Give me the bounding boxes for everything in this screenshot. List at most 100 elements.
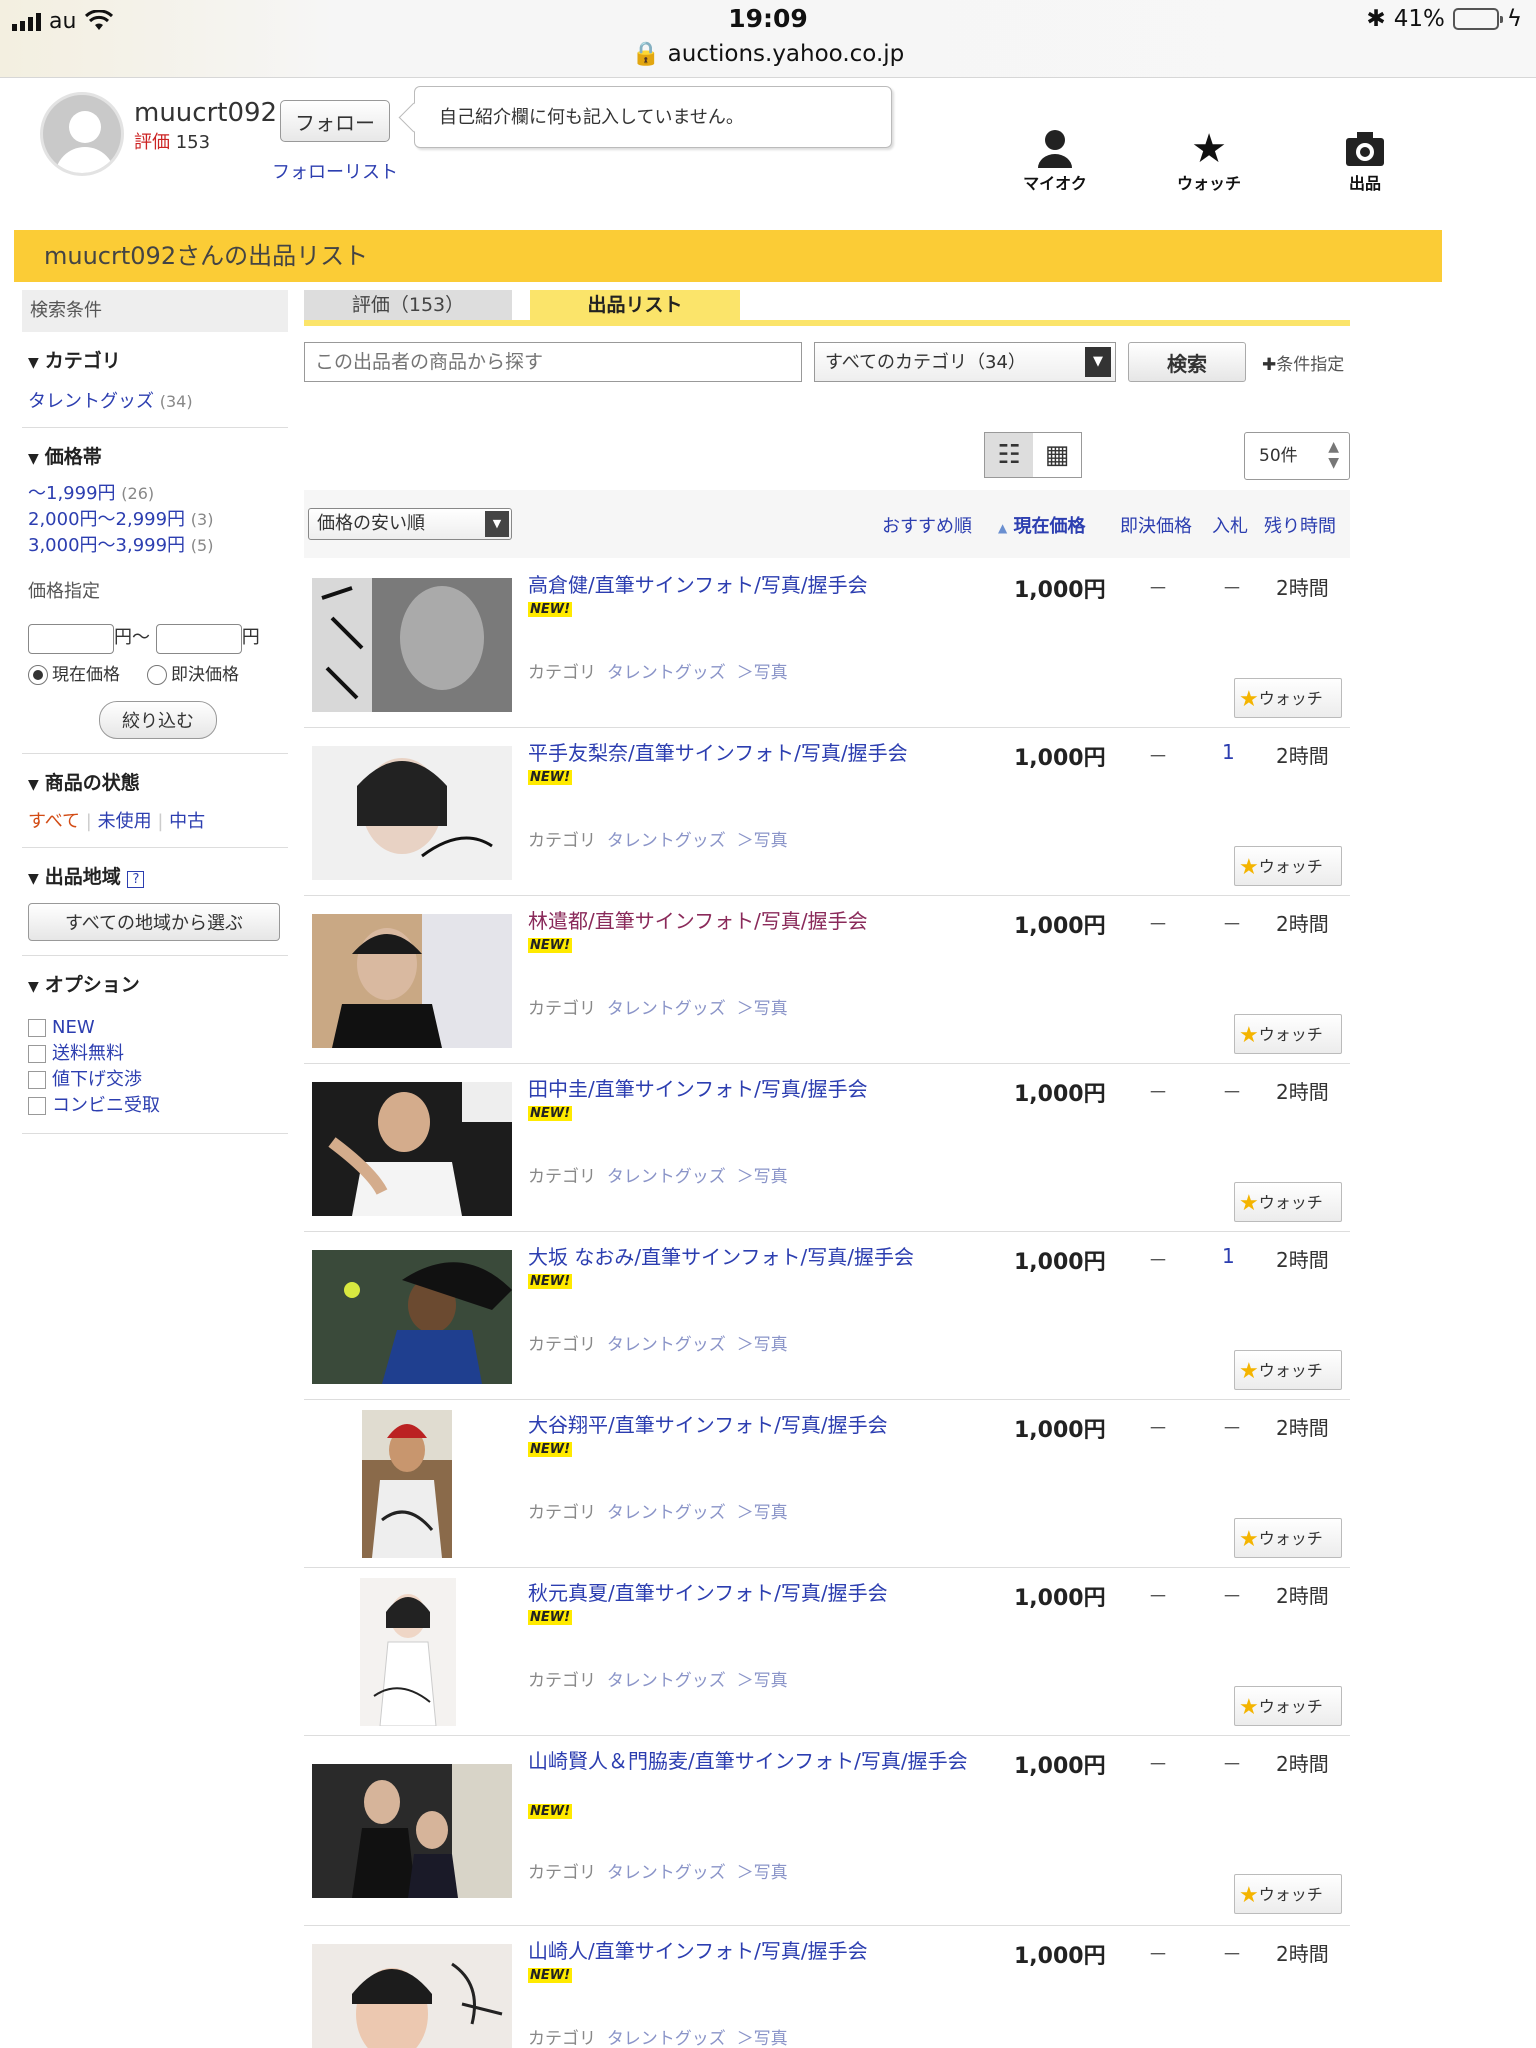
avatar[interactable]	[40, 92, 124, 176]
watch-button[interactable]: ★ウォッチ	[1234, 1014, 1342, 1054]
url-bar[interactable]: 🔒 auctions.yahoo.co.jp	[0, 40, 1536, 67]
new-badge: NEW!	[528, 1274, 573, 1289]
follow-button[interactable]: フォロー	[280, 100, 390, 142]
item-row: 高倉健/直筆サインフォト/写真/握手会 NEW! カテゴリ タレントグッズ ＞写…	[304, 560, 1350, 728]
price-range-link[interactable]: 3,000円～3,999円	[28, 535, 185, 556]
item-thumbnail[interactable]	[312, 1250, 512, 1384]
sort-select[interactable]: 価格の安い順 ▼	[308, 508, 512, 540]
item-thumbnail[interactable]	[360, 1578, 456, 1726]
option-checkbox[interactable]	[28, 1044, 46, 1063]
item-price: 1,000円	[1014, 1082, 1106, 1107]
category-head[interactable]: カテゴリ	[28, 346, 288, 373]
item-thumbnail[interactable]	[312, 746, 512, 880]
item-category: カテゴリ タレントグッズ ＞写真	[528, 1167, 788, 1187]
item-title[interactable]: 大谷翔平/直筆サインフォト/写真/握手会	[528, 1412, 978, 1438]
star-icon: ★	[1239, 686, 1259, 712]
sort-remaining[interactable]: 残り時間	[1264, 512, 1336, 538]
item-buynow: －	[1148, 1248, 1168, 1272]
item-row: 大坂 なおみ/直筆サインフォト/写真/握手会 NEW! カテゴリ タレントグッズ…	[304, 1232, 1350, 1400]
item-category: カテゴリ タレントグッズ ＞写真	[528, 2029, 788, 2048]
price-range-link[interactable]: ～1,999円	[28, 483, 116, 504]
watch-button[interactable]: ★ウォッチ	[1234, 1518, 1342, 1558]
price-max-input[interactable]	[155, 623, 242, 654]
per-page-select[interactable]: 50件 ▲ ▼	[1244, 432, 1350, 480]
tab-evaluation[interactable]: 評価（153）	[304, 290, 512, 320]
price-range-link[interactable]: 2,000円～2,999円	[28, 509, 185, 530]
sort-recommend[interactable]: おすすめ順	[882, 512, 972, 538]
item-row: 平手友梨奈/直筆サインフォト/写真/握手会 NEW! カテゴリ タレントグッズ …	[304, 728, 1350, 896]
item-title[interactable]: 田中圭/直筆サインフォト/写真/握手会	[528, 1076, 978, 1102]
sidebar: 検索条件 カテゴリ タレントグッズ (34) 価格帯 ～1,999円 (26) …	[22, 290, 288, 1134]
item-category: カテゴリ タレントグッズ ＞写真	[528, 999, 788, 1019]
help-icon[interactable]: ?	[127, 870, 145, 888]
item-title[interactable]: 秋元真夏/直筆サインフォト/写真/握手会	[528, 1580, 978, 1606]
search-input[interactable]	[304, 342, 802, 382]
new-badge: NEW!	[528, 1442, 573, 1457]
condition-spec-link[interactable]: ✚条件指定	[1262, 350, 1344, 375]
narrow-button[interactable]: 絞り込む	[99, 700, 217, 739]
sort-current-price[interactable]: ▲ 現在価格	[998, 512, 1086, 538]
follow-list-link[interactable]: フォローリスト	[272, 158, 398, 184]
cond-all-link[interactable]: すべて	[28, 811, 80, 832]
item-row: 山崎賢人＆門脇麦/直筆サインフォト/写真/握手会 NEW! カテゴリ タレントグ…	[304, 1736, 1350, 1926]
price-min-input[interactable]	[28, 623, 114, 654]
item-title[interactable]: 大坂 なおみ/直筆サインフォト/写真/握手会	[528, 1244, 978, 1270]
category-select[interactable]: すべてのカテゴリ（34） ▼	[814, 342, 1116, 382]
nav-watch[interactable]: ★ ウォッチ	[1154, 128, 1264, 194]
item-category: カテゴリ タレントグッズ ＞写真	[528, 1335, 788, 1355]
item-thumbnail[interactable]	[312, 1082, 512, 1216]
username[interactable]: muucrt092	[134, 98, 277, 128]
cond-unused-link[interactable]: 未使用	[98, 811, 152, 832]
condition-head[interactable]: 商品の状態	[28, 768, 288, 795]
watch-button[interactable]: ★ウォッチ	[1234, 1686, 1342, 1726]
sort-bids[interactable]: 入札	[1212, 512, 1248, 538]
item-bids[interactable]: 1	[1222, 740, 1235, 764]
item-price: 1,000円	[1014, 1586, 1106, 1611]
option-checkbox[interactable]	[28, 1018, 46, 1037]
sort-asc-icon: ▲	[998, 521, 1008, 535]
item-buynow: －	[1148, 1942, 1168, 1966]
item-title[interactable]: 高倉健/直筆サインフォト/写真/握手会	[528, 572, 978, 598]
star-icon: ★	[1239, 1694, 1259, 1720]
price-head[interactable]: 価格帯	[28, 442, 288, 469]
option-checkbox[interactable]	[28, 1070, 46, 1089]
item-title[interactable]: 山崎人/直筆サインフォト/写真/握手会	[528, 1938, 978, 1964]
region-head[interactable]: 出品地域 ?	[28, 862, 288, 889]
nav-sell[interactable]: 出品	[1310, 128, 1420, 194]
cond-used-link[interactable]: 中古	[169, 811, 205, 832]
item-bids[interactable]: 1	[1222, 1244, 1235, 1268]
option-checkbox[interactable]	[28, 1096, 46, 1115]
search-button[interactable]: 検索	[1128, 342, 1246, 382]
star-icon: ★	[1191, 126, 1227, 172]
watch-button[interactable]: ★ウォッチ	[1234, 1182, 1342, 1222]
nav-myauc[interactable]: マイオク	[1000, 128, 1110, 194]
option-head[interactable]: オプション	[28, 970, 288, 997]
plus-icon: ✚	[1262, 355, 1277, 375]
item-title[interactable]: 山崎賢人＆門脇麦/直筆サインフォト/写真/握手会	[528, 1748, 978, 1774]
item-remaining: 2時間	[1276, 1942, 1329, 1966]
item-price: 1,000円	[1014, 1754, 1106, 1779]
item-title[interactable]: 林遣都/直筆サインフォト/写真/握手会	[528, 908, 978, 934]
item-thumbnail[interactable]	[362, 1410, 452, 1558]
radio-buynow-price[interactable]	[147, 664, 168, 685]
tab-listing[interactable]: 出品リスト	[530, 290, 740, 320]
grid-view-icon[interactable]: ▦	[1033, 433, 1081, 477]
watch-button[interactable]: ★ウォッチ	[1234, 846, 1342, 886]
sort-buynow[interactable]: 即決価格	[1120, 512, 1192, 538]
list-view-icon[interactable]: ☷	[985, 433, 1033, 477]
item-price: 1,000円	[1014, 1944, 1106, 1969]
watch-button[interactable]: ★ウォッチ	[1234, 1350, 1342, 1390]
watch-button[interactable]: ★ウォッチ	[1234, 1874, 1342, 1914]
item-thumbnail[interactable]	[312, 1764, 512, 1898]
item-title[interactable]: 平手友梨奈/直筆サインフォト/写真/握手会	[528, 740, 978, 766]
watch-button[interactable]: ★ウォッチ	[1234, 678, 1342, 718]
item-thumbnail[interactable]	[312, 1944, 512, 2048]
item-price: 1,000円	[1014, 1250, 1106, 1275]
radio-current-price[interactable]	[28, 664, 48, 685]
item-thumbnail[interactable]	[312, 914, 512, 1048]
new-badge: NEW!	[528, 770, 573, 785]
region-select-button[interactable]: すべての地域から選ぶ	[28, 902, 280, 941]
new-badge: NEW!	[528, 1610, 573, 1625]
item-thumbnail[interactable]	[312, 578, 512, 712]
category-link[interactable]: タレントグッズ	[28, 391, 154, 412]
